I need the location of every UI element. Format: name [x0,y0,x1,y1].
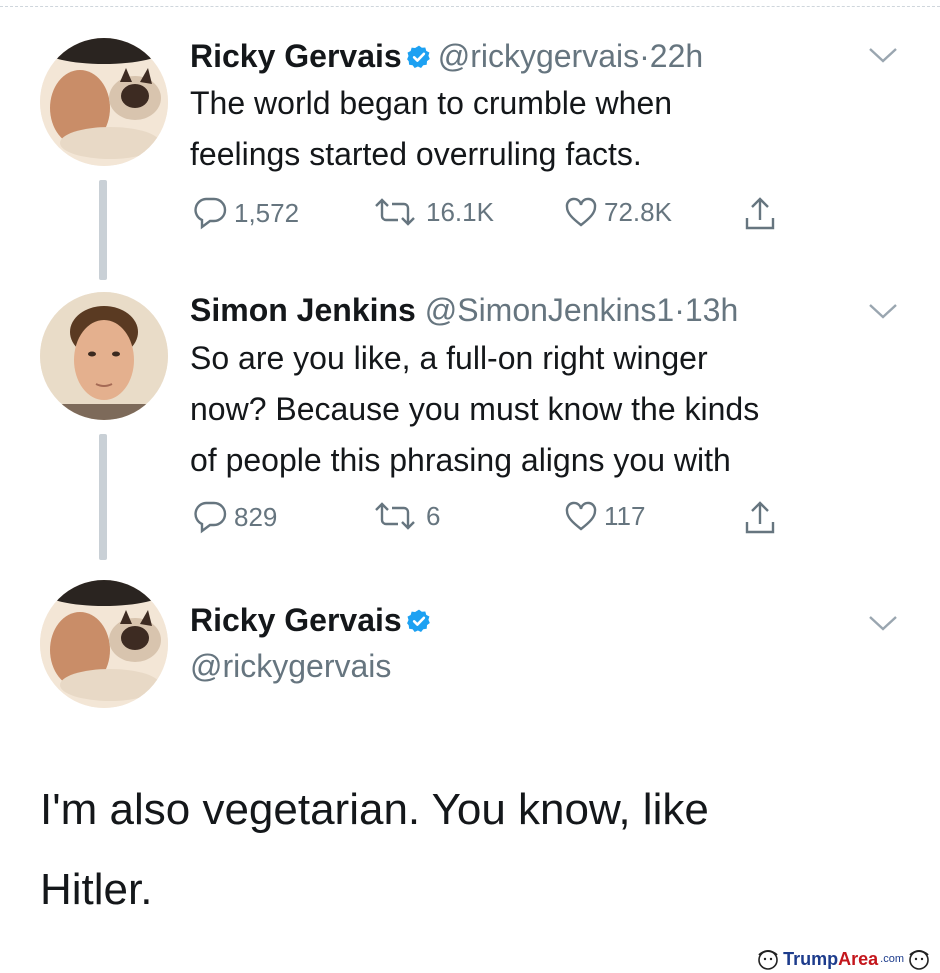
like-icon [565,197,597,227]
timestamp[interactable]: 13h [685,292,738,328]
tweet-text: I'm also vegetarian. You know, like Hitl… [40,770,900,930]
watermark-suffix: .com [880,953,904,965]
retweet-icon [375,502,415,530]
share-button[interactable] [744,196,782,232]
chevron-down-icon[interactable] [866,300,900,322]
like-count: 117 [604,500,646,531]
retweet-button[interactable]: 6 [370,500,440,532]
handle[interactable]: @rickygervais [438,38,639,74]
tweet-text: So are you like, a full-on right winger … [190,333,890,486]
share-icon [745,197,775,230]
share-button[interactable] [744,500,782,536]
like-button[interactable]: 72.8K [564,196,672,228]
display-name[interactable]: Ricky Gervais [190,38,402,74]
action-bar: 829 6 117 [190,500,810,540]
like-icon [565,501,597,531]
tweet-text-line: The world began to crumble when [190,85,673,121]
tweet-text: The world began to crumble when feelings… [190,78,890,180]
separator-dot: · [674,292,685,328]
handle[interactable]: @rickygervais [190,648,391,684]
thread-line [99,180,107,280]
tweet-header: Ricky Gervais [190,600,438,643]
reply-icon [194,501,227,534]
watermark-logo: Trump Area .com [753,947,934,971]
reply-icon [194,197,227,230]
top-divider [0,6,940,7]
tweet-header: Ricky Gervais @rickygervais·22h [190,36,703,79]
watermark-brand-part1: Trump [783,948,839,969]
avatar-simon-jenkins[interactable] [40,292,168,420]
retweet-button[interactable]: 16.1K [370,196,494,228]
handle[interactable]: @SimonJenkins1 [425,292,674,328]
tweet-text-line: So are you like, a full-on right winger [190,340,708,376]
reply-button[interactable]: 1,572 [192,196,299,230]
avatar-ricky-gervais[interactable] [40,38,168,166]
tweet-handle-line: @rickygervais [190,646,391,686]
reply-count: 1,572 [234,197,300,228]
thread-line [99,434,107,560]
chevron-down-icon[interactable] [866,612,900,634]
tweet-text-line: I'm also vegetarian. You know, like [40,785,709,834]
retweet-count: 6 [426,500,441,531]
retweet-icon [375,198,415,226]
like-button[interactable]: 117 [564,500,645,532]
retweet-count: 16.1K [426,196,494,227]
chevron-down-icon[interactable] [866,44,900,66]
separator-dot: · [639,38,650,74]
tweet-header: Simon Jenkins @SimonJenkins1·13h [190,290,738,330]
mascot-icon [758,950,778,970]
verified-badge-icon [406,603,432,643]
avatar-ricky-gervais[interactable] [40,580,168,708]
verified-badge-icon [406,39,432,79]
tweet-text-line: feelings started overruling facts. [190,136,642,172]
tweet-text-line: now? Because you must know the kinds [190,391,760,427]
tweet-text-line: Hitler. [40,865,153,914]
display-name[interactable]: Ricky Gervais [190,602,402,638]
tweet-text-line: of people this phrasing aligns you with [190,442,731,478]
mascot-icon [909,950,929,970]
reply-button[interactable]: 829 [192,500,277,534]
timestamp[interactable]: 22h [650,38,703,74]
display-name[interactable]: Simon Jenkins [190,292,416,328]
like-count: 72.8K [604,196,672,227]
share-icon [745,501,775,534]
action-bar: 1,572 16.1K 72.8K [190,196,810,236]
watermark-brand-part2: Area [838,948,879,969]
reply-count: 829 [234,501,278,532]
